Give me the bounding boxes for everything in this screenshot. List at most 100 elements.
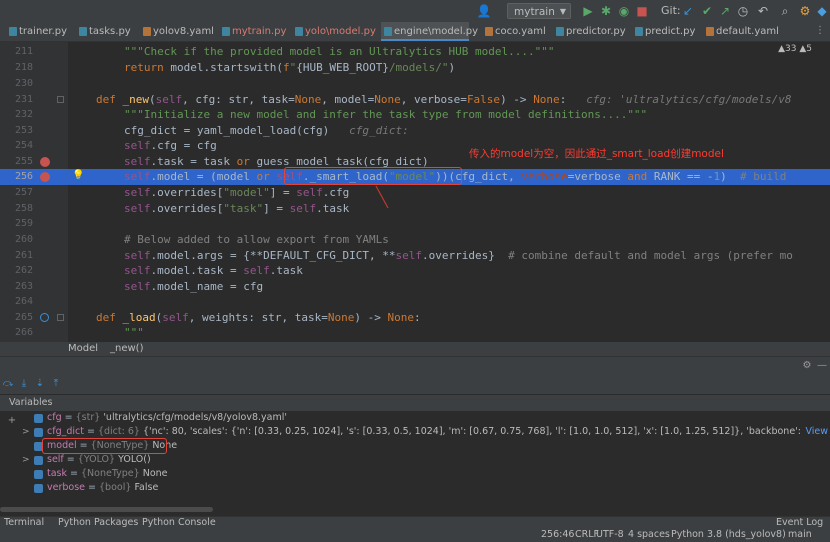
file-encoding[interactable]: UTF-8 [596, 528, 624, 542]
minimize-icon[interactable]: — [814, 358, 830, 374]
tab-label: yolov8.yaml [153, 26, 214, 37]
code-text: # Below added to allow export from YAMLs [124, 233, 389, 246]
variable-row[interactable]: task = {NoneType} None [0, 467, 830, 481]
fold-icon[interactable] [57, 314, 64, 321]
tab-predictor[interactable]: predictor.py [553, 22, 626, 41]
update-icon[interactable]: ↙ [680, 3, 696, 19]
variable-icon [34, 428, 43, 437]
tab-tasks[interactable]: tasks.py [76, 22, 131, 41]
step-into-icon[interactable]: ⤓ [16, 376, 32, 392]
main-toolbar: 👤 mytrain ▼ ▶ ✱ ◉ ■ Git: ↙ ✔ ↗ ◷ ↶ ⌕ ⚙ ◆ [0, 0, 830, 23]
line-number: 232 [14, 109, 33, 120]
settings-icon[interactable]: ⚙ [797, 3, 813, 19]
tab-list-icon[interactable]: ⋮ [812, 23, 828, 39]
lightbulb-icon[interactable]: 💡 [72, 170, 84, 181]
git-branch[interactable]: main [788, 528, 812, 542]
python-file-icon [556, 27, 564, 36]
code-line[interactable]: 262 self.model.task = self.task [0, 263, 830, 279]
code-line[interactable]: 232 """Initialize a new model and infer … [0, 107, 830, 123]
variable-row[interactable]: > self = {YOLO} YOLO() [0, 453, 830, 467]
tab-predict[interactable]: predict.py [632, 22, 696, 41]
yaml-file-icon [143, 27, 151, 36]
step-out-icon[interactable]: ⤒ [48, 376, 64, 392]
breakpoint-icon[interactable] [40, 157, 50, 167]
code-line[interactable]: 230 [0, 76, 830, 92]
variable-icon [34, 484, 43, 493]
commit-icon[interactable]: ✔ [699, 3, 715, 19]
settings-icon[interactable]: ⚙ [799, 358, 815, 374]
tab-engine-model[interactable]: engine\model.py [381, 22, 478, 41]
code-line[interactable]: 264 [0, 294, 830, 310]
logo-icon[interactable]: ◆ [814, 3, 830, 19]
variable-row[interactable]: model = {NoneType} None [0, 438, 830, 454]
variable-name: verbose [47, 482, 86, 493]
breakpoint-icon[interactable] [40, 172, 50, 182]
variable-row[interactable]: > cfg_dict = {dict: 6} {'nc': 80, 'scale… [0, 425, 830, 439]
code-line[interactable]: 265 def _load(self, weights: str, task=N… [0, 310, 830, 326]
stop-icon[interactable]: ■ [634, 3, 650, 19]
debug-icon[interactable]: ✱ [598, 3, 614, 19]
variable-icon [34, 470, 43, 479]
code-line[interactable]: 263 self.model_name = cfg [0, 279, 830, 295]
tab-yolov8-yaml[interactable]: yolov8.yaml [140, 22, 214, 41]
breadcrumb-class[interactable]: Model [68, 342, 98, 356]
code-line[interactable]: 260 # Below added to allow export from Y… [0, 232, 830, 248]
code-text: self.cfg = cfg [124, 139, 217, 152]
expand-arrow-icon[interactable]: > [22, 425, 30, 439]
line-number: 257 [14, 187, 33, 198]
line-number: 261 [14, 250, 33, 261]
variable-row[interactable]: cfg = {str} 'ultralytics/cfg/models/v8/y… [0, 411, 830, 425]
python-file-icon [635, 27, 643, 36]
tab-label: predict.py [645, 26, 696, 37]
breadcrumb-method[interactable]: _new() [110, 342, 143, 356]
tab-coco-yaml[interactable]: coco.yaml [482, 22, 546, 41]
history-icon[interactable]: ◷ [735, 3, 751, 19]
variable-row[interactable]: verbose = {bool} False [0, 481, 830, 495]
tab-default-yaml[interactable]: default.yaml [703, 22, 779, 41]
code-line[interactable]: 257 self.overrides["model"] = self.cfg [0, 185, 830, 201]
tab-trainer[interactable]: trainer.py [6, 22, 67, 41]
indent-setting[interactable]: 4 spaces [628, 528, 670, 542]
code-text: self.model.task = self.task [124, 264, 303, 277]
python-file-icon [295, 27, 303, 36]
view-link[interactable]: View [801, 425, 828, 439]
code-editor[interactable]: ▲33 ▲5 211 """Check if the provided mode… [0, 42, 830, 342]
code-line[interactable]: 258 self.overrides["task"] = self.task [0, 201, 830, 217]
code-line[interactable]: 261 self.model.args = {**DEFAULT_CFG_DIC… [0, 248, 830, 264]
line-number: 211 [14, 46, 33, 57]
coverage-icon[interactable]: ◉ [616, 3, 632, 19]
code-text: """Initialize a new model and infer the … [124, 108, 648, 121]
cursor-position[interactable]: 256:46 [541, 528, 574, 542]
debug-stepping-toolbar: ⤼ ⤓ ⇣ ⤒ [0, 374, 830, 394]
code-text: cfg_dict = yaml_model_load(cfg) cfg_dict… [124, 124, 409, 137]
python-interpreter[interactable]: Python 3.8 (hds_yolov8) [671, 528, 786, 542]
tab-label: engine\model.py [394, 26, 479, 37]
code-line[interactable]: 218 return model.startswith(f"{HUB_WEB_R… [0, 60, 830, 76]
search-icon[interactable]: ⌕ [777, 3, 793, 19]
code-line[interactable]: 259 [0, 216, 830, 232]
variable-icon [34, 414, 43, 423]
variables-panel-title: Variables [0, 395, 830, 411]
step-over-icon[interactable]: ⤼ [0, 376, 16, 392]
fold-icon[interactable] [57, 96, 64, 103]
step-into-my-code-icon[interactable]: ⇣ [32, 376, 48, 392]
tab-yolo-model[interactable]: yolo\model.py [292, 22, 376, 41]
expand-arrow-icon[interactable]: > [22, 453, 30, 467]
user-icon[interactable]: 👤 [476, 3, 492, 19]
tab-mytrain[interactable]: mytrain.py [219, 22, 287, 41]
python-file-icon [9, 27, 17, 36]
python-file-icon [79, 27, 87, 36]
rollback-icon[interactable]: ↶ [755, 3, 771, 19]
run-icon[interactable]: ▶ [580, 3, 596, 19]
horizontal-scrollbar[interactable] [0, 507, 213, 512]
code-line[interactable]: 211 """Check if the provided model is an… [0, 44, 830, 60]
push-icon[interactable]: ↗ [717, 3, 733, 19]
run-config-dropdown[interactable]: mytrain ▼ [507, 3, 571, 19]
annotation-note: 传入的model为空，因此通过_smart_load创建model [469, 148, 724, 160]
code-line[interactable]: 231 def _new(self, cfg: str, task=None, … [0, 92, 830, 108]
implements-icon[interactable] [40, 313, 49, 322]
code-line[interactable]: 266 """ [0, 325, 830, 341]
variable-value: {'nc': 80, 'scales': {'n': [0.33, 0.25, … [142, 426, 807, 437]
code-line[interactable]: 253 cfg_dict = yaml_model_load(cfg) cfg_… [0, 123, 830, 139]
status-bar: 256:46 CRLF UTF-8 4 spaces Python 3.8 (h… [0, 528, 830, 542]
